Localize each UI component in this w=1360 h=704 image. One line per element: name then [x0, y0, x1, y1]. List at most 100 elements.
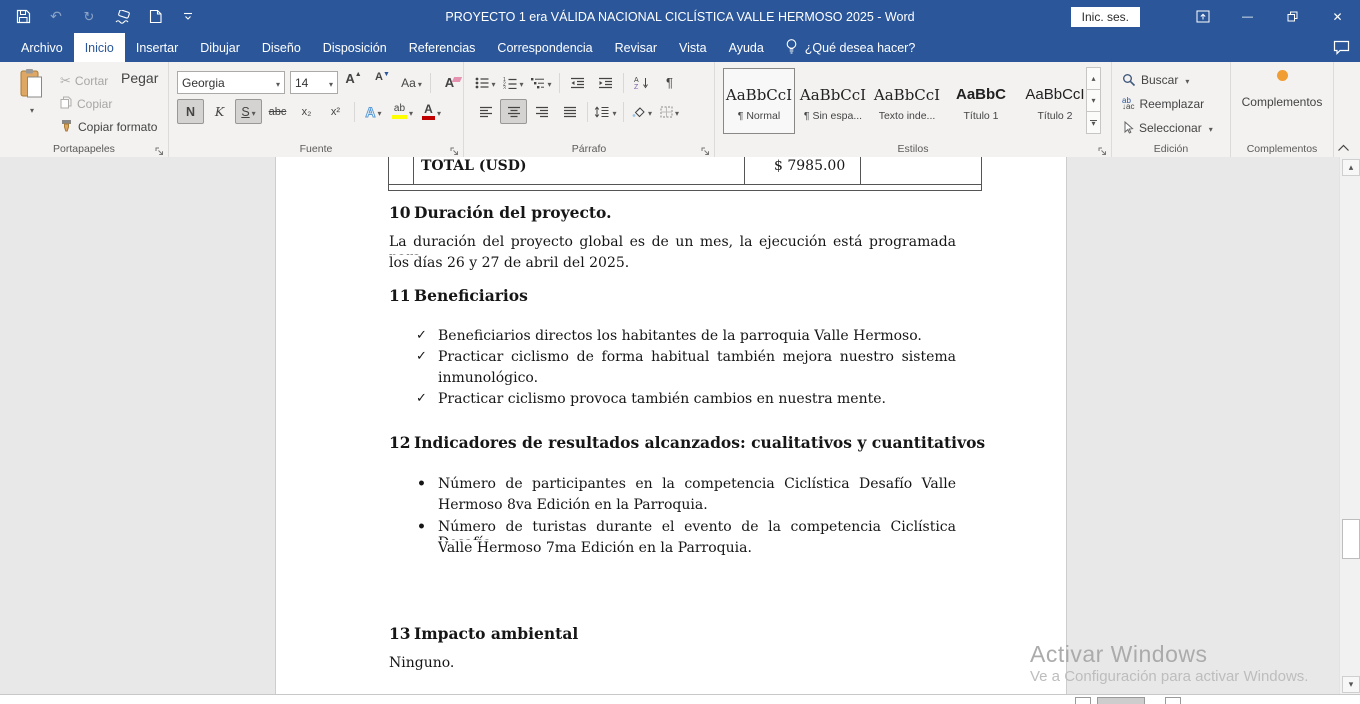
scissors-icon: ✂	[60, 73, 71, 89]
align-center-button[interactable]	[500, 99, 527, 124]
font-size-combobox[interactable]: 14	[290, 71, 338, 94]
dialog-launcher-icon[interactable]	[450, 144, 460, 154]
chevron-down-icon	[274, 76, 280, 90]
style-titulo-1[interactable]: AaBbC Título 1	[945, 68, 1017, 134]
shading-button[interactable]	[628, 99, 655, 124]
read-mode-button[interactable]	[1075, 697, 1091, 704]
styles-scroll-down-button[interactable]	[1086, 89, 1101, 112]
highlight-color-button[interactable]: ab	[389, 99, 416, 124]
align-right-button[interactable]	[528, 99, 555, 124]
decrease-indent-button[interactable]	[564, 70, 591, 95]
feedback-comment-icon[interactable]	[1333, 33, 1350, 62]
tab-archivo[interactable]: Archivo	[10, 33, 74, 62]
customize-qat-icon[interactable]	[179, 8, 197, 26]
sign-in-button[interactable]: Inic. ses.	[1071, 7, 1140, 27]
subscript-button[interactable]: x₂	[293, 99, 320, 124]
align-left-button[interactable]	[472, 99, 499, 124]
vertical-scrollbar[interactable]	[1339, 157, 1360, 695]
styles-scroll-up-button[interactable]	[1086, 67, 1101, 90]
collapse-ribbon-icon[interactable]	[1334, 141, 1352, 154]
document-page[interactable]: TOTAL (USD) $ 7985.00 10 Duración del pr…	[275, 157, 1067, 695]
show-paragraph-marks-button[interactable]: ¶	[656, 70, 683, 95]
clear-formatting-button[interactable]: A	[436, 70, 463, 95]
change-case-button[interactable]: Aa	[398, 70, 425, 95]
font-color-button[interactable]: A	[418, 99, 445, 124]
numbered-list-button[interactable]: 123	[500, 70, 527, 95]
underline-button[interactable]: S	[235, 99, 262, 124]
table-cell-empty[interactable]	[861, 157, 981, 184]
tab-disposicion[interactable]: Disposición	[312, 33, 398, 62]
print-layout-button[interactable]	[1097, 697, 1145, 704]
list-item: Practicar ciclismo provoca también cambi…	[438, 391, 956, 407]
style-texto-independiente[interactable]: AaBbCcI Texto inde...	[871, 68, 943, 134]
list-item: Hermoso 8va Edición en la Parroquia.	[438, 497, 956, 513]
bold-button[interactable]: N	[177, 99, 204, 124]
tab-insertar[interactable]: Insertar	[125, 33, 189, 62]
borders-button[interactable]	[656, 99, 683, 124]
close-button[interactable]	[1315, 0, 1360, 33]
ribbon-display-options-icon[interactable]	[1180, 0, 1225, 33]
style-sin-espacio[interactable]: AaBbCcI ¶ Sin espa...	[797, 68, 869, 134]
pilcrow-icon: ¶	[666, 75, 673, 90]
find-button[interactable]: Buscar	[1122, 69, 1213, 90]
tab-correspondencia[interactable]: Correspondencia	[486, 33, 603, 62]
web-layout-button[interactable]	[1165, 697, 1181, 704]
chevron-down-icon	[1183, 73, 1189, 87]
text-effects-button[interactable]: A	[360, 99, 387, 124]
table-row[interactable]: TOTAL (USD) $ 7985.00	[389, 157, 981, 185]
budget-table[interactable]: TOTAL (USD) $ 7985.00	[388, 157, 982, 191]
tab-inicio[interactable]: Inicio	[74, 33, 125, 62]
bullet-list-button[interactable]	[472, 70, 499, 95]
table-cell-empty[interactable]	[389, 157, 414, 184]
tab-referencias[interactable]: Referencias	[398, 33, 487, 62]
font-name-combobox[interactable]: Georgia	[177, 71, 285, 94]
eraser-icon[interactable]	[113, 8, 131, 26]
scroll-down-icon[interactable]	[1342, 676, 1360, 693]
justify-button[interactable]	[556, 99, 583, 124]
style-normal[interactable]: AaBbCcI ¶ Normal	[723, 68, 795, 134]
undo-icon[interactable]	[47, 8, 65, 26]
align-center-icon	[507, 106, 521, 118]
tab-dibujar[interactable]: Dibujar	[189, 33, 251, 62]
search-icon	[1122, 73, 1136, 87]
line-spacing-button[interactable]	[592, 99, 619, 124]
line-spacing-icon	[594, 106, 610, 118]
select-button[interactable]: Seleccionar	[1122, 117, 1213, 138]
dialog-launcher-icon[interactable]	[155, 144, 165, 154]
grow-font-button[interactable]: A▲	[340, 70, 367, 95]
shrink-font-button[interactable]: A▼	[369, 70, 396, 95]
copy-button[interactable]: Copiar	[60, 93, 157, 114]
dialog-launcher-icon[interactable]	[701, 144, 711, 154]
sort-button[interactable]: AZ	[628, 70, 655, 95]
superscript-button[interactable]: x²	[322, 99, 349, 124]
scrollbar-thumb[interactable]	[1342, 519, 1360, 559]
cut-button[interactable]: ✂ Cortar	[60, 70, 157, 91]
table-cell-amount[interactable]: $ 7985.00	[745, 157, 861, 184]
format-painter-button[interactable]: Copiar formato	[60, 116, 157, 137]
dialog-launcher-icon[interactable]	[1098, 144, 1108, 154]
table-cell-total[interactable]: TOTAL (USD)	[414, 157, 745, 184]
tab-ayuda[interactable]: Ayuda	[718, 33, 775, 62]
paste-button[interactable]: Pegar	[8, 68, 54, 140]
restore-button[interactable]	[1270, 0, 1315, 33]
replace-button[interactable]: ab↓ac Reemplazar	[1122, 93, 1213, 114]
italic-button[interactable]: K	[206, 99, 233, 124]
tell-me-box[interactable]: ¿Qué desea hacer?	[775, 33, 926, 62]
minimize-button[interactable]	[1225, 0, 1270, 33]
styles-gallery-more-button[interactable]	[1086, 111, 1101, 134]
group-label-edicion: Edición	[1112, 143, 1230, 155]
save-icon[interactable]	[14, 8, 32, 26]
justify-icon	[563, 106, 577, 118]
redo-icon[interactable]	[80, 8, 98, 26]
increase-indent-button[interactable]	[592, 70, 619, 95]
checkmark-icon: ✓	[416, 349, 436, 364]
tab-diseno[interactable]: Diseño	[251, 33, 312, 62]
style-titulo-2[interactable]: AaBbCcI Título 2	[1019, 68, 1091, 134]
tab-vista[interactable]: Vista	[668, 33, 718, 62]
tab-revisar[interactable]: Revisar	[604, 33, 668, 62]
scroll-up-icon[interactable]	[1342, 159, 1360, 176]
complementos-button[interactable]: Complementos	[1231, 70, 1333, 109]
strikethrough-button[interactable]: abc	[264, 99, 291, 124]
new-document-icon[interactable]	[146, 8, 164, 26]
multilevel-list-button[interactable]	[528, 70, 555, 95]
